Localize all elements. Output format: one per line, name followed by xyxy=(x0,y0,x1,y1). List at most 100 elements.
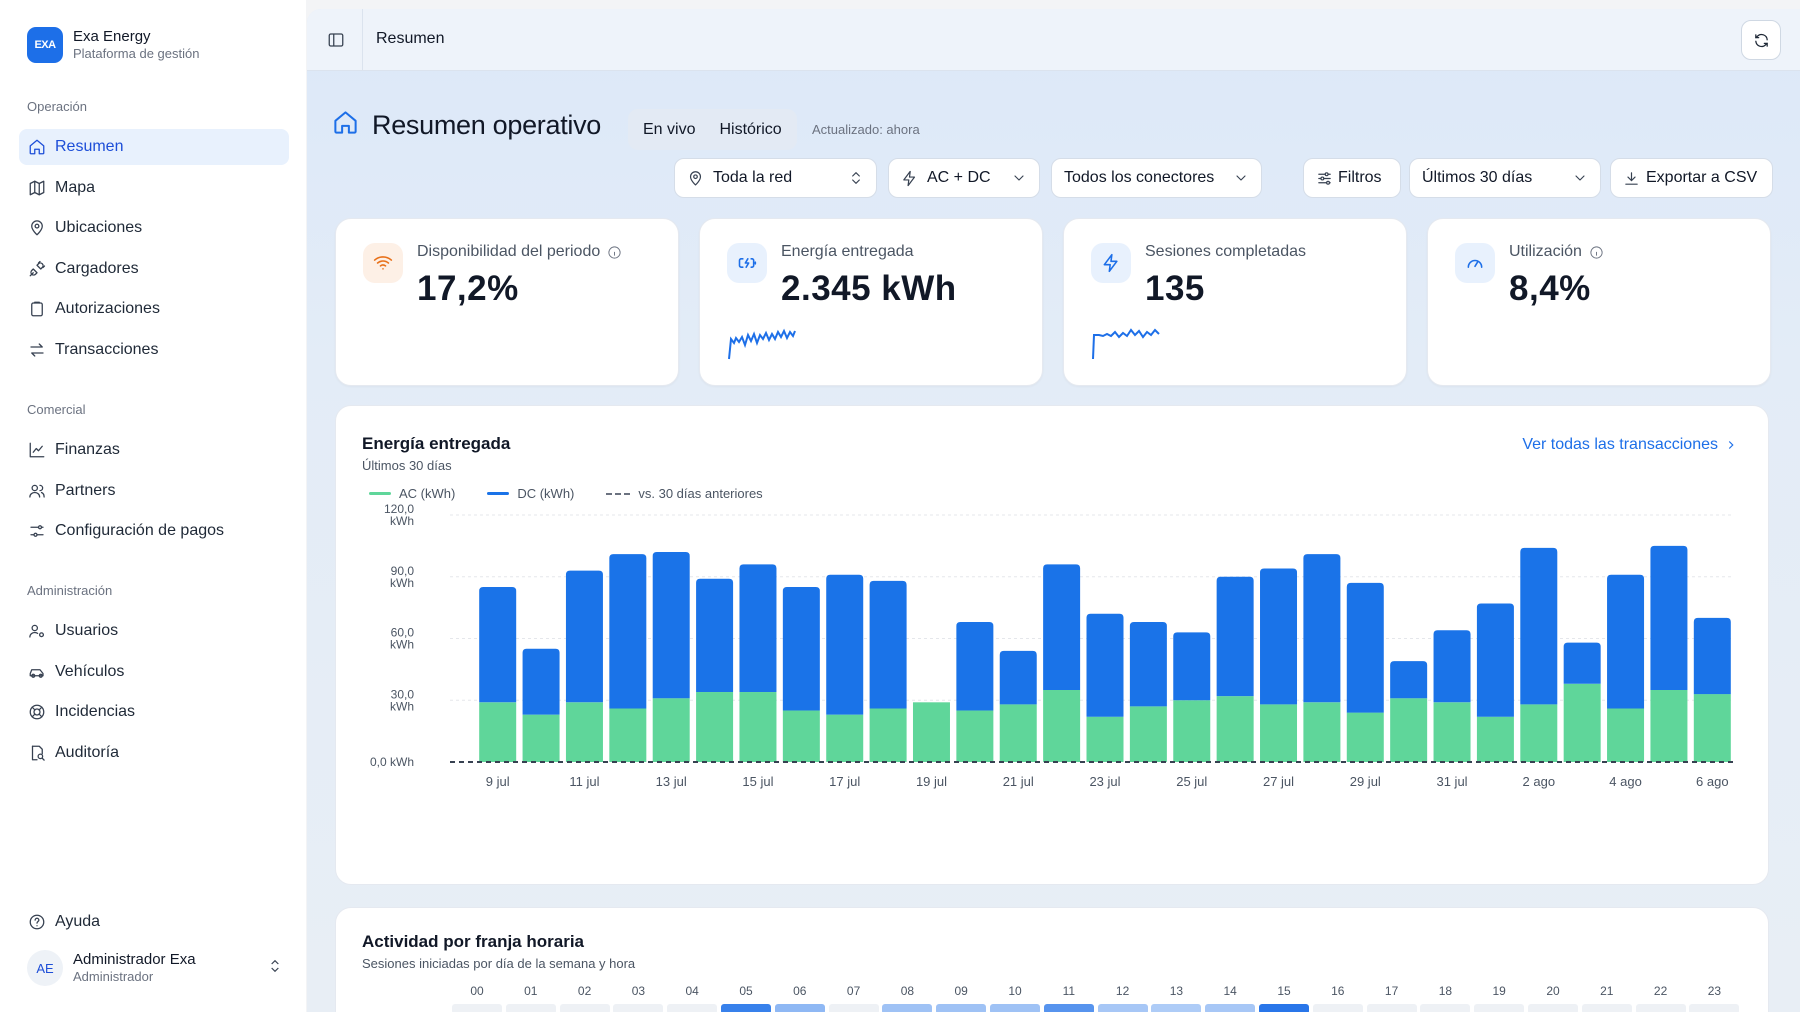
heatmap-hour-labels: 00 01 02 03 04 05 06 07 08 09 10 11 12 13 14 15 16 17 18 19… xyxy=(336,984,1770,998)
info-icon[interactable] xyxy=(1589,245,1604,260)
sidebar-item-transacciones[interactable]: Transacciones xyxy=(19,332,289,368)
heatmap-cell[interactable] xyxy=(452,1004,502,1012)
heatmap-cell[interactable] xyxy=(613,1004,664,1012)
heatmap-cell[interactable] xyxy=(1474,1004,1525,1012)
filters-button-label: Filtros xyxy=(1338,169,1382,186)
period-select[interactable]: Últimos 30 días xyxy=(1409,158,1601,198)
refresh-button[interactable] xyxy=(1741,20,1781,60)
heatmap-cell[interactable] xyxy=(559,1004,610,1012)
heatmap-cell[interactable] xyxy=(990,1004,1040,1012)
sidebar-item-ubicaciones[interactable]: Ubicaciones xyxy=(19,210,289,246)
heatmap-cell[interactable] xyxy=(721,1004,771,1012)
bar-ac xyxy=(1650,689,1688,762)
export-csv-button[interactable]: Exportar a CSV xyxy=(1610,158,1773,198)
user-menu[interactable]: AE Administrador Exa Administrador xyxy=(27,948,287,988)
heatmap-cell[interactable] xyxy=(1528,1004,1578,1012)
x-tick-label: 17 jul xyxy=(829,774,860,789)
heatmap-cell[interactable] xyxy=(1581,1004,1632,1012)
brand[interactable]: EXA Exa Energy Plataforma de gestión xyxy=(27,27,199,63)
sidebar-item-label: Mapa xyxy=(55,178,96,196)
current-type-select[interactable]: AC + DC xyxy=(888,158,1040,198)
bar-dc xyxy=(565,570,603,703)
sidebar-item-cargadores[interactable]: Cargadores xyxy=(19,251,289,287)
map-icon xyxy=(27,178,47,198)
heatmap-cell[interactable] xyxy=(1043,1004,1094,1012)
topbar: Resumen xyxy=(307,9,1800,71)
kpi-label: Sesiones completadas xyxy=(1145,243,1306,260)
sidebar-item-mapa[interactable]: Mapa xyxy=(19,170,289,206)
sidebar-toggle-icon[interactable] xyxy=(325,29,347,51)
mode-live-button[interactable]: En vivo xyxy=(631,112,707,147)
sidebar-item-usuarios[interactable]: Usuarios xyxy=(19,613,289,649)
heatmap-cell[interactable] xyxy=(1366,1004,1417,1012)
sliders-icon xyxy=(1318,171,1331,185)
x-tick-label: 11 jul xyxy=(569,774,599,789)
users-icon xyxy=(27,481,47,501)
clipboard-icon xyxy=(27,299,47,319)
brand-name: Exa Energy xyxy=(73,28,151,45)
line-chart-icon xyxy=(27,440,47,460)
help-circle-icon xyxy=(27,912,47,932)
sidebar-item-label: Ayuda xyxy=(55,913,101,930)
heatmap-cell[interactable] xyxy=(1689,1004,1740,1012)
gauge-icon xyxy=(1455,243,1495,283)
sidebar-item-label: Vehículos xyxy=(55,662,125,680)
heatmap-cell[interactable] xyxy=(1420,1004,1471,1012)
heatmap-hour-label: 07 xyxy=(846,984,861,998)
heatmap-cell[interactable] xyxy=(936,1004,987,1012)
heatmap-hour-label: 19 xyxy=(1492,984,1506,998)
heatmap-cell[interactable] xyxy=(1259,1004,1309,1012)
nav-section-title: Administración xyxy=(27,583,113,598)
heatmap-hour-label: 04 xyxy=(685,984,699,998)
bar-dc xyxy=(1346,582,1384,713)
bar-dc xyxy=(999,650,1037,705)
heatmap-cell[interactable] xyxy=(828,1004,879,1012)
sidebar-item-ayuda[interactable]: Ayuda xyxy=(19,904,289,940)
sidebar-item-finanzas[interactable]: Finanzas xyxy=(19,432,289,468)
network-select[interactable]: Toda la red xyxy=(674,158,877,198)
heatmap-cell[interactable] xyxy=(667,1004,718,1012)
bar-ac xyxy=(1086,716,1124,762)
heatmap-hour-label: 21 xyxy=(1600,984,1614,998)
heatmap-cell[interactable] xyxy=(505,1004,556,1012)
bolt-icon xyxy=(903,170,916,186)
bar-ac xyxy=(1260,704,1298,762)
sidebar-item-vehiculos[interactable]: Vehículos xyxy=(19,654,289,690)
bar-dc xyxy=(1563,642,1601,684)
sidebar-item-autorizaciones[interactable]: Autorizaciones xyxy=(19,291,289,327)
filters-button[interactable]: Filtros xyxy=(1303,158,1401,198)
sessions-sparkline xyxy=(1092,328,1160,360)
sidebar-item-label: Cargadores xyxy=(55,259,139,277)
connectors-select[interactable]: Todos los conectores xyxy=(1051,158,1262,198)
brand-logo: EXA xyxy=(27,27,63,63)
refresh-icon xyxy=(1754,33,1768,47)
sidebar-item-partners[interactable]: Partners xyxy=(19,473,289,509)
x-tick-label: 21 jul xyxy=(1003,774,1034,789)
energy-bar-chart: 0,0 kWh30,0kWh60,0kWh90,0kWh120,0kWh9 ju… xyxy=(370,502,1734,789)
heatmap-hour-label: 10 xyxy=(1008,984,1022,998)
x-tick-label: 19 jul xyxy=(916,774,947,789)
bar-dc xyxy=(956,622,994,711)
heatmap-hour-label: 22 xyxy=(1653,984,1668,998)
x-tick-label: 4 ago xyxy=(1609,774,1642,789)
sidebar-item-auditoria[interactable]: Auditoría xyxy=(19,735,289,771)
bar-ac xyxy=(652,698,690,762)
heatmap-cell[interactable] xyxy=(1205,1004,1256,1012)
sidebar-item-resumen[interactable]: Resumen xyxy=(19,129,289,165)
heatmap-cell[interactable] xyxy=(1312,1004,1363,1012)
main-panel: Resumen Resumen operativo En vivo Histór… xyxy=(307,9,1800,1012)
sidebar-item-incidencias[interactable]: Incidencias xyxy=(19,694,289,730)
heatmap-cell[interactable] xyxy=(882,1004,933,1012)
bar-dc xyxy=(1260,568,1298,705)
sidebar-item-configuracion-pagos[interactable]: Configuración de pagos xyxy=(19,513,289,549)
heatmap-hour-label: 12 xyxy=(1115,984,1130,998)
bar-dc xyxy=(1520,547,1558,705)
heatmap-cell[interactable] xyxy=(1151,1004,1202,1012)
info-icon[interactable] xyxy=(607,245,622,260)
export-csv-label: Exportar a CSV xyxy=(1646,169,1758,186)
x-tick-label: 23 jul xyxy=(1089,774,1120,789)
heatmap-cell[interactable] xyxy=(1097,1004,1148,1012)
heatmap-cell[interactable] xyxy=(774,1004,825,1012)
heatmap-cell[interactable] xyxy=(1635,1004,1686,1012)
mode-history-button[interactable]: Histórico xyxy=(707,112,793,147)
